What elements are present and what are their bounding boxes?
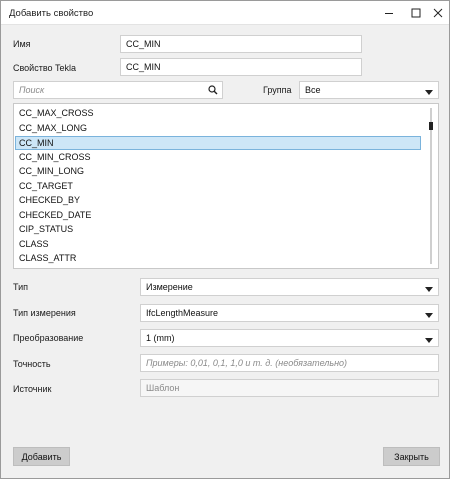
- measure-type-label: Тип измерения: [13, 308, 76, 318]
- add-button[interactable]: Добавить: [13, 447, 70, 466]
- tekla-property-label: Свойство Tekla: [13, 63, 77, 73]
- type-label: Тип: [13, 282, 29, 292]
- minimize-icon[interactable]: [379, 4, 399, 22]
- property-list[interactable]: CC_MAX_CROSS CC_MAX_LONG CC_MIN CC_MIN_CROS…: [13, 103, 439, 269]
- list-item[interactable]: CIP_STATUS: [15, 223, 421, 237]
- group-select[interactable]: Все: [299, 81, 439, 99]
- list-item[interactable]: CLASS: [15, 238, 421, 252]
- scroll-track[interactable]: [430, 108, 432, 264]
- chevron-down-icon: [425, 311, 433, 321]
- list-item[interactable]: CC_MIN_LONG: [15, 165, 421, 179]
- scroll-thumb[interactable]: [429, 122, 433, 130]
- close-icon[interactable]: [428, 4, 448, 22]
- conversion-select[interactable]: 1 (mm): [140, 329, 439, 347]
- window-title: Добавить свойство: [9, 8, 94, 19]
- list-scrollbar[interactable]: [424, 104, 438, 268]
- group-value: Все: [305, 85, 321, 95]
- search-placeholder: Поиск: [19, 85, 45, 95]
- list-item[interactable]: CHECKED_BY: [15, 194, 421, 208]
- list-item[interactable]: CC_MAX_CROSS: [15, 107, 421, 121]
- dialog-body: Имя CC_MIN Свойство Tekla CC_MIN Поиск Г…: [1, 26, 449, 478]
- precision-label: Точность: [13, 359, 51, 369]
- maximize-icon[interactable]: [406, 4, 426, 22]
- conversion-value: 1 (mm): [146, 333, 175, 343]
- list-item[interactable]: CC_MIN_CROSS: [15, 151, 421, 165]
- add-property-dialog: Добавить свойство Имя CC_MIN Свойство Te…: [0, 0, 450, 479]
- chevron-down-icon: [425, 285, 433, 295]
- conversion-label: Преобразование: [13, 333, 84, 343]
- list-item[interactable]: CC_MIN: [15, 136, 421, 150]
- list-item[interactable]: CC_MAX_LONG: [15, 122, 421, 136]
- type-value: Измерение: [146, 282, 193, 292]
- name-input[interactable]: CC_MIN: [120, 35, 362, 53]
- tekla-property-input[interactable]: CC_MIN: [120, 58, 362, 76]
- source-input[interactable]: Шаблон: [140, 379, 439, 397]
- type-select[interactable]: Измерение: [140, 278, 439, 296]
- close-button[interactable]: Закрыть: [383, 447, 440, 466]
- precision-input[interactable]: Примеры: 0,01, 0,1, 1,0 и т. д. (необяза…: [140, 354, 439, 372]
- list-item[interactable]: CC_TARGET: [15, 180, 421, 194]
- chevron-down-icon: [425, 336, 433, 346]
- title-bar: Добавить свойство: [1, 1, 449, 25]
- chevron-down-icon: [425, 88, 433, 98]
- name-label: Имя: [13, 39, 31, 49]
- search-icon[interactable]: [208, 85, 218, 97]
- list-item[interactable]: CLASSIFICATION: [15, 267, 421, 269]
- measure-type-value: IfcLengthMeasure: [146, 308, 219, 318]
- list-item[interactable]: CLASS_ATTR: [15, 252, 421, 266]
- group-label: Группа: [263, 85, 292, 95]
- list-item[interactable]: CHECKED_DATE: [15, 209, 421, 223]
- search-input[interactable]: Поиск: [13, 81, 223, 99]
- measure-type-select[interactable]: IfcLengthMeasure: [140, 304, 439, 322]
- source-label: Источник: [13, 384, 52, 394]
